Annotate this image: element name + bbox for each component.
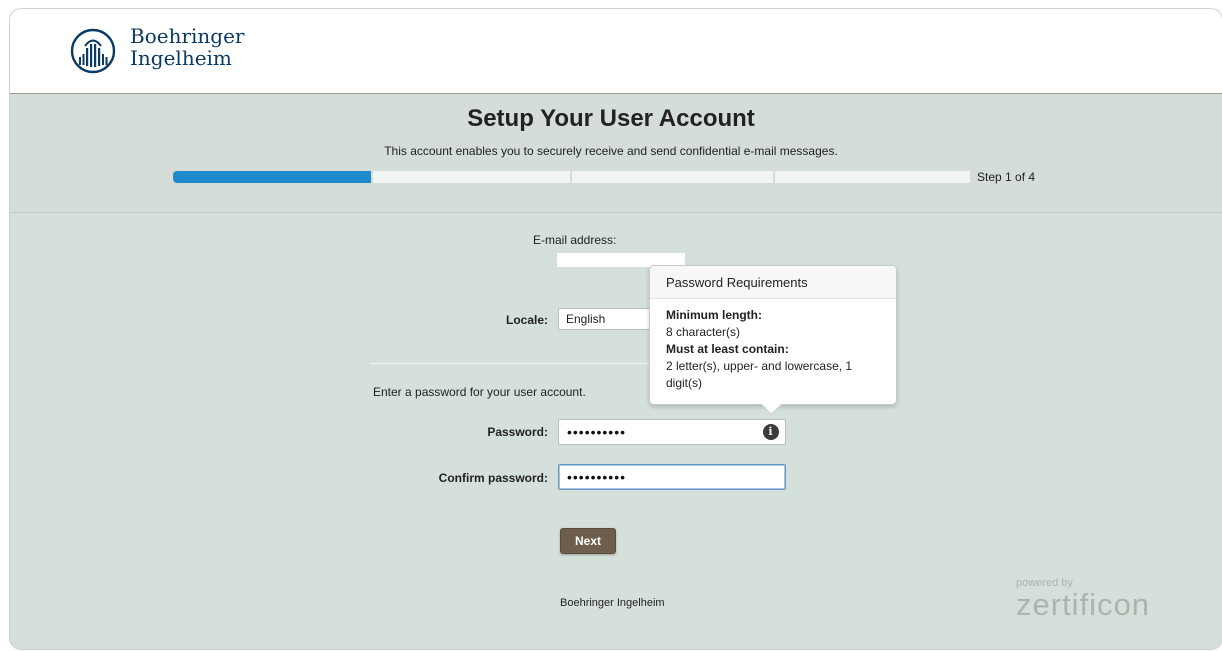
contain-value: 2 letter(s), upper- and lowercase, 1 dig… bbox=[666, 359, 853, 390]
progress-bar bbox=[173, 171, 970, 183]
password-prompt: Enter a password for your user account. bbox=[373, 385, 586, 399]
password-label: Password: bbox=[487, 425, 548, 439]
password-requirements-tooltip: Password Requirements Minimum length: 8 … bbox=[649, 265, 897, 416]
brand-name: Boehringer Ingelheim bbox=[130, 25, 245, 69]
progress-segment-4 bbox=[775, 171, 970, 183]
page-title: Setup Your User Account bbox=[467, 105, 755, 132]
next-button[interactable]: Next bbox=[560, 528, 616, 554]
email-label: E-mail address: bbox=[533, 233, 617, 247]
logo-icon bbox=[70, 28, 116, 74]
confirm-password-input[interactable]: •••••••••• bbox=[558, 464, 786, 490]
footer-company: Boehringer Ingelheim bbox=[560, 597, 665, 609]
tooltip-body: Minimum length: 8 character(s) Must at l… bbox=[650, 299, 896, 392]
locale-label: Locale: bbox=[505, 313, 548, 327]
step-indicator: Step 1 of 4 bbox=[977, 170, 1036, 184]
contain-heading: Must at least contain: bbox=[666, 342, 789, 356]
password-input[interactable]: •••••••••• i bbox=[558, 419, 786, 445]
brand-line-1: Boehringer bbox=[130, 24, 245, 48]
confirm-password-label: Confirm password: bbox=[438, 471, 548, 485]
brand-logo: Boehringer Ingelheim bbox=[68, 25, 268, 77]
min-length-value: 8 character(s) bbox=[666, 325, 741, 339]
info-icon[interactable]: i bbox=[763, 424, 779, 440]
brand-line-2: Ingelheim bbox=[130, 46, 232, 70]
tooltip-title: Password Requirements bbox=[650, 266, 896, 299]
locale-select[interactable]: English bbox=[558, 308, 658, 330]
min-length-heading: Minimum length: bbox=[666, 308, 762, 322]
page-subtitle: This account enables you to securely rec… bbox=[384, 144, 838, 158]
vendor-logo: zertificon bbox=[1016, 587, 1151, 622]
progress-segment-3 bbox=[572, 171, 773, 183]
progress-segment-2 bbox=[373, 171, 570, 183]
header: Boehringer Ingelheim bbox=[10, 9, 1222, 94]
confirm-password-value: •••••••••• bbox=[567, 469, 627, 485]
password-value: •••••••••• bbox=[567, 424, 627, 440]
progress-segment-1 bbox=[173, 171, 371, 183]
